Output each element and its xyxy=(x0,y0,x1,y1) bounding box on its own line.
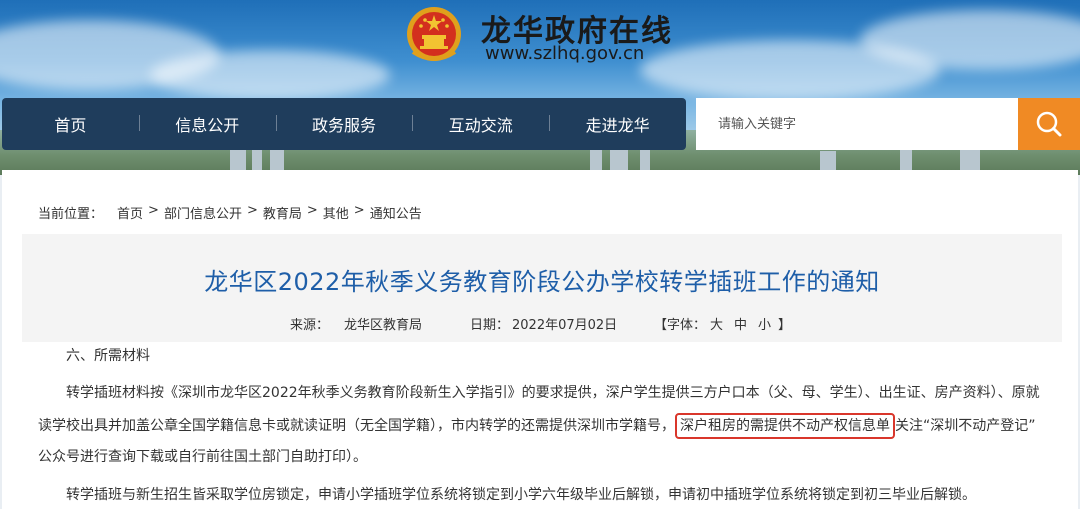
national-emblem-icon xyxy=(407,7,461,61)
nav-item-about-longhua[interactable]: 走进龙华 xyxy=(549,112,686,136)
paragraph-text: 读学校出具并加盖公章全国学籍信息卡或就读证明（无全国学籍），市内转学的还需提供深… xyxy=(38,418,675,434)
breadcrumb-item-notices[interactable]: 通知公告 xyxy=(370,203,422,222)
nav-item-interaction[interactable]: 互动交流 xyxy=(412,112,549,136)
breadcrumb-separator: > xyxy=(306,203,318,218)
search-input[interactable] xyxy=(696,98,1018,150)
font-size-label: 【字体： xyxy=(654,318,707,333)
breadcrumb-item-home[interactable]: 首页 xyxy=(117,203,143,222)
breadcrumb-item-education-bureau[interactable]: 教育局 xyxy=(263,203,302,222)
date-value: 2022年07月02日 xyxy=(512,318,618,333)
paragraph-line: 转学插班材料按《深圳市龙华区2022年秋季义务教育阶段新生入学指引》的要求提供，… xyxy=(66,385,1040,401)
search-button[interactable] xyxy=(1018,98,1080,150)
breadcrumb-separator: > xyxy=(148,203,159,218)
breadcrumb-item-other[interactable]: 其他 xyxy=(323,203,349,222)
font-size-large-button[interactable]: 大 xyxy=(710,314,723,333)
nav-item-info-disclosure[interactable]: 信息公开 xyxy=(138,112,276,136)
section-heading: 六、所需材料 xyxy=(66,348,150,364)
source-label: 来源： xyxy=(290,318,330,333)
article-title: 龙华区2022年秋季义务教育阶段公办学校转学插班工作的通知 xyxy=(204,268,880,296)
nav-item-home[interactable]: 首页 xyxy=(2,112,139,136)
site-url: www.szlhq.gov.cn xyxy=(485,43,645,64)
content-card: 当前位置： 首页 > 部门信息公开 > 教育局 > 其他 > 通知公告 龙华区2… xyxy=(2,170,1078,509)
highlighted-requirement: 深户租房的需提供不动产权信息单 xyxy=(675,413,895,439)
date-label: 日期： xyxy=(470,318,510,333)
paragraph-line: 转学插班与新生招生皆采取学位房锁定，申请小学插班学位系统将锁定到小学六年级毕业后… xyxy=(66,487,976,503)
article-header: 龙华区2022年秋季义务教育阶段公办学校转学插班工作的通知 来源： 龙华区教育局… xyxy=(22,234,1062,342)
font-size-medium-button[interactable]: 中 xyxy=(734,314,747,333)
source-value: 龙华区教育局 xyxy=(344,318,423,333)
breadcrumb-item-dept-info[interactable]: 部门信息公开 xyxy=(164,203,242,222)
paragraph-line: 读学校出具并加盖公章全国学籍信息卡或就读证明（无全国学籍），市内转学的还需提供深… xyxy=(38,413,1036,439)
nav-item-gov-services[interactable]: 政务服务 xyxy=(275,112,413,136)
breadcrumb-label: 当前位置： xyxy=(38,207,104,222)
search-icon xyxy=(1036,111,1062,137)
breadcrumb: 当前位置： 首页 > 部门信息公开 > 教育局 > 其他 > 通知公告 xyxy=(38,203,422,222)
paragraph-text: 关注“深圳不动产登记” xyxy=(895,418,1036,434)
breadcrumb-separator: > xyxy=(353,203,365,218)
cloud-decoration xyxy=(150,50,390,100)
paragraph-line: 公众号进行查询下载或自行前往国土部门自助打印）。 xyxy=(38,449,367,465)
breadcrumb-separator: > xyxy=(246,203,258,218)
font-size-small-button[interactable]: 小 xyxy=(758,314,771,333)
font-size-close-bracket: 】 xyxy=(778,318,792,333)
main-nav: 首页 信息公开 政务服务 互动交流 走进龙华 xyxy=(2,98,686,150)
